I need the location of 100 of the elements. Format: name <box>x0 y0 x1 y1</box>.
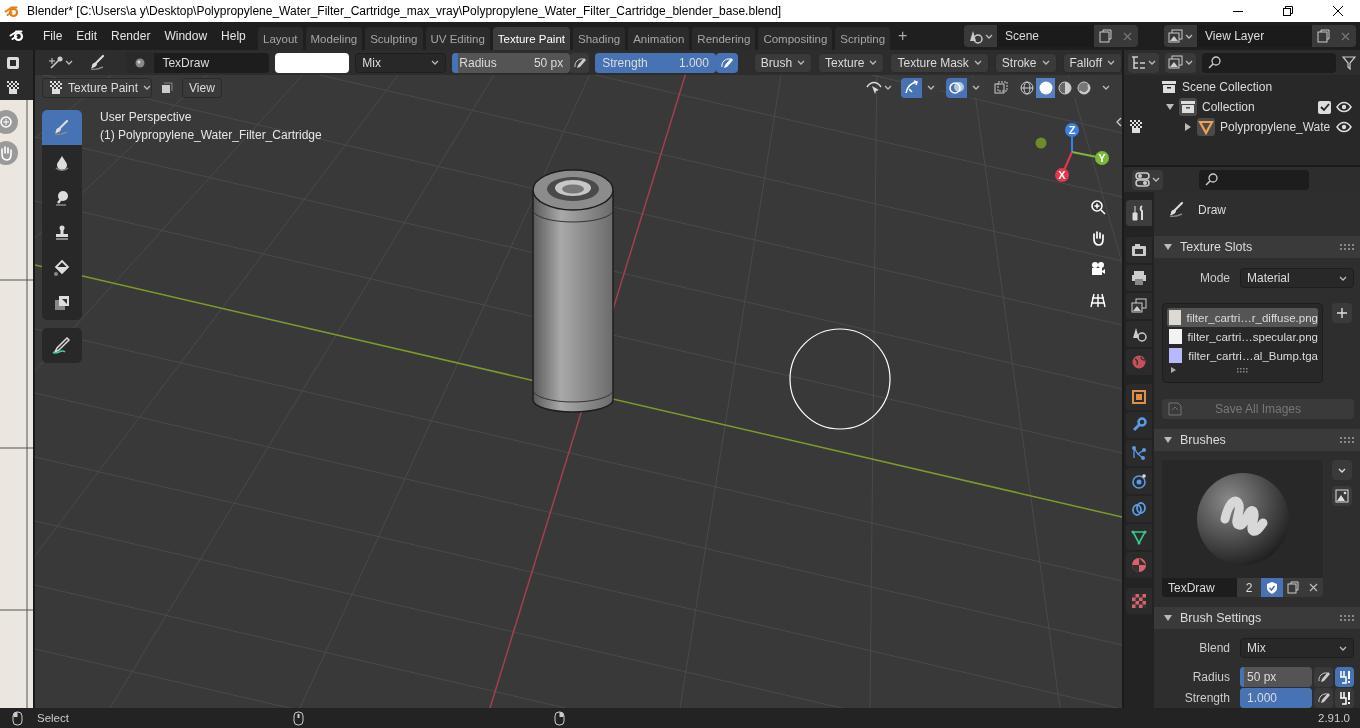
axis-button[interactable]: Z <box>1065 123 1079 137</box>
scene-selector[interactable]: Scene <box>964 25 1138 47</box>
checker-icon[interactable] <box>6 79 20 96</box>
editor-type-button[interactable] <box>1132 169 1163 190</box>
properties-tab[interactable] <box>1126 552 1152 578</box>
field-label: Strength <box>1183 690 1230 705</box>
workspace-tab[interactable]: Sculpting <box>365 27 423 50</box>
resize-grip-icon[interactable] <box>1237 367 1248 373</box>
properties-tab[interactable] <box>1126 293 1152 319</box>
shading-mode-button[interactable] <box>1036 77 1055 98</box>
tree-item-label[interactable]: Scene Collection <box>1182 80 1352 94</box>
fake-user-toggle[interactable] <box>1261 578 1283 597</box>
blend-dropdown[interactable]: Mix <box>355 52 447 73</box>
properties-tab[interactable] <box>1126 384 1152 410</box>
navigation-gizmo[interactable]: Z Y X <box>1035 120 1115 186</box>
panel-header[interactable]: Texture Slots <box>1154 236 1360 258</box>
texture-slot[interactable]: filter_cartri…r_diffuse.png <box>1167 308 1318 327</box>
custom-icon-button[interactable] <box>1332 486 1352 506</box>
header-menu[interactable]: Stroke <box>994 52 1057 73</box>
brush-name-field[interactable]: TexDraw <box>1162 578 1237 597</box>
properties-tab[interactable] <box>1126 200 1152 226</box>
disclosure-triangle-icon[interactable] <box>1184 123 1192 131</box>
workspace-tab[interactable]: Layout <box>258 27 303 50</box>
properties-tab[interactable] <box>1126 468 1152 494</box>
search-field[interactable] <box>1202 52 1336 73</box>
pressure-button[interactable] <box>1314 667 1333 687</box>
brush-icon[interactable] <box>88 53 107 72</box>
filter-menu-button[interactable] <box>1165 52 1196 73</box>
workspace-tab[interactable]: Rendering <box>692 27 756 50</box>
workspace-tab[interactable]: UV Editing <box>425 27 490 50</box>
disclosure-triangle-icon[interactable] <box>1164 243 1172 251</box>
workspace-tab[interactable]: Animation <box>628 27 690 50</box>
overlay-toggle[interactable] <box>946 77 967 98</box>
panel-header[interactable]: Brushes <box>1154 429 1360 451</box>
workspace-tab[interactable]: Modeling <box>305 27 363 50</box>
properties-tab[interactable] <box>1126 496 1152 522</box>
add-slot-button[interactable] <box>1332 303 1352 323</box>
properties-tab[interactable] <box>1126 440 1152 466</box>
unified-setting-button[interactable] <box>1335 667 1354 687</box>
unified-setting-button[interactable] <box>1335 687 1354 708</box>
gizmo-toggle[interactable] <box>901 77 922 98</box>
disclosure-triangle-icon[interactable] <box>1166 103 1174 111</box>
workspace-tab[interactable]: Texture Paint <box>492 27 570 50</box>
disclosure-triangle-icon[interactable] <box>1164 614 1172 622</box>
pressure-button[interactable] <box>570 52 590 73</box>
mode-dropdown[interactable]: Material <box>1240 268 1354 288</box>
eye-icon[interactable] <box>1336 120 1352 134</box>
value-slider[interactable]: 50 px <box>1240 667 1312 687</box>
texture-slot[interactable]: filter_cartri…al_Bump.tga <box>1167 346 1318 365</box>
properties-tab[interactable] <box>1126 524 1152 550</box>
workspace-tab[interactable]: Compositing <box>758 27 833 50</box>
panel-header[interactable]: Brush Settings <box>1154 607 1360 629</box>
color-swatch[interactable] <box>275 52 350 73</box>
unlink-button[interactable] <box>1303 578 1323 597</box>
value-slider[interactable]: 1.000 <box>1240 687 1312 708</box>
checkbox[interactable] <box>1318 100 1331 114</box>
menu-item[interactable]: File <box>36 25 70 47</box>
menu-item[interactable]: Edit <box>69 25 105 47</box>
radius-slider[interactable]: Radius 50 px <box>452 52 571 73</box>
texture-slot[interactable]: filter_cartri…specular.png <box>1167 327 1318 346</box>
search-icon <box>1205 173 1218 186</box>
menu-item[interactable]: Window <box>157 25 215 47</box>
images-icon <box>1168 28 1183 44</box>
workspace-tab[interactable]: Scripting <box>835 27 891 50</box>
properties-tab[interactable] <box>1126 412 1152 438</box>
header-menu[interactable]: Texture Mask <box>890 52 989 73</box>
display-mode-button[interactable] <box>1128 52 1159 73</box>
strength-slider[interactable]: Strength 1.000 <box>595 52 716 73</box>
properties-tab[interactable] <box>1126 265 1152 291</box>
properties-tab[interactable] <box>1126 588 1152 614</box>
checker-icon[interactable] <box>1129 119 1143 135</box>
tree-item-label[interactable]: Polypropylene_Wate <box>1220 120 1331 134</box>
brush-preview-drawing[interactable] <box>1194 471 1291 567</box>
disclosure-triangle-icon[interactable] <box>1164 436 1172 444</box>
tree-item-label[interactable]: Collection <box>1202 100 1313 114</box>
view-layer-selector[interactable]: View Layer <box>1164 25 1356 47</box>
brush-name-field[interactable]: TexDraw <box>126 52 270 73</box>
add-workspace-button[interactable]: + <box>893 27 913 45</box>
brush-menu-button[interactable] <box>1332 460 1352 480</box>
filter-icon[interactable] <box>1342 55 1356 70</box>
eye-icon[interactable] <box>1336 100 1352 114</box>
header-menu[interactable]: Brush <box>753 52 813 73</box>
image-editor-icon[interactable] <box>6 55 20 70</box>
blend-dropdown[interactable]: Mix <box>1240 638 1354 658</box>
properties-tab[interactable] <box>1126 321 1152 347</box>
header-menu[interactable]: Falloff <box>1062 52 1122 73</box>
axis-button[interactable]: X <box>1055 168 1069 182</box>
eye-cursor-icon <box>866 80 882 95</box>
header-menu[interactable]: Texture <box>818 52 885 73</box>
expand-triangle-icon[interactable] <box>1171 367 1176 373</box>
menu-item[interactable]: Help <box>214 25 253 47</box>
pressure-button[interactable] <box>1314 687 1333 708</box>
menu-item[interactable]: Render <box>104 25 158 47</box>
workspace-tab[interactable]: Shading <box>573 27 626 50</box>
view-menu[interactable]: View <box>182 77 222 98</box>
properties-tab[interactable] <box>1126 237 1152 263</box>
mode-dropdown[interactable]: Texture Paint <box>42 77 152 98</box>
duplicate-button[interactable] <box>1283 578 1303 597</box>
pressure-button[interactable] <box>715 52 738 73</box>
search-field[interactable] <box>1199 169 1309 190</box>
